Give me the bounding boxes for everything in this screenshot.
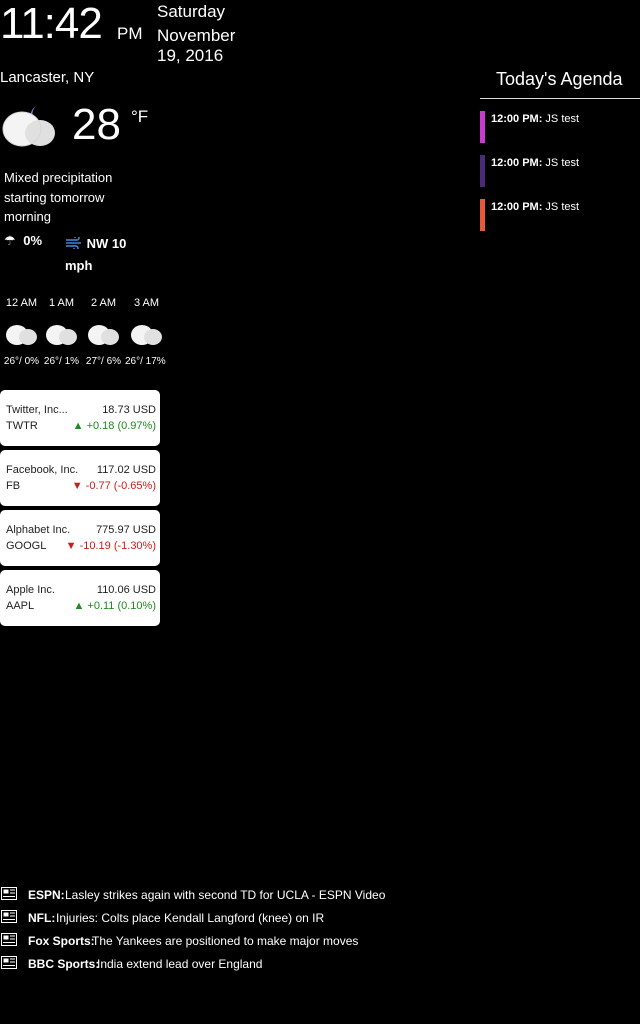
clock-ampm: PM <box>117 24 143 43</box>
stock-name: Facebook, Inc. <box>6 464 79 476</box>
agenda-event[interactable]: 12:00 PM: JS test <box>480 111 640 143</box>
temperature-unit: °F <box>131 107 149 126</box>
stock-symbol: GOOGL <box>6 540 47 552</box>
hour-forecast: 3 AM 26°/ 17% <box>125 297 168 367</box>
stock-name: Twitter, Inc... <box>6 404 68 416</box>
stock-card[interactable]: Facebook, Inc. 117.02 USD FB ▼ -0.77 (-0… <box>0 450 160 506</box>
agenda: Today's Agenda 12:00 PM: JS test 12:00 P… <box>480 66 640 231</box>
weather-location: Lancaster, NY <box>0 69 95 86</box>
stock-name: Alphabet Inc. <box>6 524 71 536</box>
stock-symbol: AAPL <box>6 600 35 612</box>
stock-price: 117.02 USD <box>96 464 156 476</box>
news-headline: Injuries: Colts place Kendall Langford (… <box>56 911 325 925</box>
clock-day: Saturday <box>157 2 226 21</box>
hourly-forecast: 12 AM 26°/ 0% 1 AM 26°/ 1% 2 AM 27°/ 6% … <box>0 297 170 377</box>
hour-time: 2 AM <box>90 297 117 309</box>
event-text: 12:00 PM: JS test <box>491 157 579 169</box>
stock-card[interactable]: Twitter, Inc... 18.73 USD TWTR ▲ +0.18 (… <box>0 390 160 446</box>
stock-price: 18.73 USD <box>102 404 156 416</box>
event-text: 12:00 PM: JS test <box>491 201 579 213</box>
stock-price: 110.06 USD <box>96 584 156 596</box>
umbrella-icon: ☂ <box>4 233 16 248</box>
wind: NW 10 mph <box>65 233 145 277</box>
hour-temp-precip: 26°/ 0% <box>3 356 40 367</box>
hour-temp-precip: 26°/ 1% <box>43 356 80 367</box>
stock-card[interactable]: Alphabet Inc. 775.97 USD GOOGL ▼ -10.19 … <box>0 510 160 566</box>
event-time: 12:00 PM: <box>491 113 543 125</box>
clock-time: 11:42 <box>0 0 103 48</box>
event-title: JS test <box>545 113 580 125</box>
newspaper-icon <box>1 910 17 923</box>
hour-time: 3 AM <box>133 297 160 309</box>
stock-price: 775.97 USD <box>96 524 156 536</box>
stock-change: ▼ -10.19 (-1.30%) <box>65 540 156 552</box>
hour-time: 12 AM <box>5 297 38 309</box>
hour-forecast: 12 AM 26°/ 0% <box>0 297 43 367</box>
event-color-bar <box>480 155 485 187</box>
news-headline: India extend lead over England <box>97 957 263 971</box>
event-color-bar <box>480 111 485 143</box>
precipitation-value: 0% <box>23 233 43 248</box>
partly-cloudy-night-icon <box>130 322 162 345</box>
hour-temp-precip: 27°/ 6% <box>85 356 122 367</box>
stock-list: Twitter, Inc... 18.73 USD TWTR ▲ +0.18 (… <box>0 390 160 630</box>
hour-temp-precip: 26°/ 17% <box>125 356 166 367</box>
stock-name: Apple Inc. <box>6 584 55 596</box>
newspaper-icon <box>1 956 17 969</box>
agenda-title: Today's Agenda <box>480 66 640 99</box>
agenda-event[interactable]: 12:00 PM: JS test <box>480 155 640 187</box>
agenda-event[interactable]: 12:00 PM: JS test <box>480 199 640 231</box>
hour-forecast: 1 AM 26°/ 1% <box>40 297 83 367</box>
stock-card[interactable]: Apple Inc. 110.06 USD AAPL ▲ +0.11 (0.10… <box>0 570 160 626</box>
precipitation: ☂ 0% <box>4 233 42 249</box>
newspaper-icon <box>1 887 17 900</box>
event-title: JS test <box>545 201 580 213</box>
news-source: ESPN: <box>28 888 65 902</box>
current-temperature: 28 <box>72 100 121 149</box>
partly-cloudy-night-icon <box>5 322 37 345</box>
partly-cloudy-night-icon <box>2 106 55 147</box>
current-weather: 28 °F <box>0 98 170 158</box>
newspaper-icon <box>1 933 17 946</box>
stock-change: ▼ -0.77 (-0.65%) <box>71 480 156 492</box>
hour-forecast: 2 AM 27°/ 6% <box>82 297 125 367</box>
news-source: Fox Sports: <box>28 934 95 948</box>
event-time: 12:00 PM: <box>491 201 543 213</box>
stock-symbol: TWTR <box>6 420 38 432</box>
stock-change: ▲ +0.11 (0.10%) <box>73 600 156 612</box>
hour-time: 1 AM <box>48 297 75 309</box>
stock-symbol: FB <box>6 480 21 492</box>
news-source: BBC Sports: <box>28 957 100 971</box>
event-color-bar <box>480 199 485 231</box>
event-text: 12:00 PM: JS test <box>491 113 579 125</box>
news-headline: Lasley strikes again with second TD for … <box>65 888 386 902</box>
event-time: 12:00 PM: <box>491 157 543 169</box>
wind-icon <box>66 235 81 251</box>
clock-date: November 19, 2016 <box>157 26 236 65</box>
partly-cloudy-night-icon <box>87 322 119 345</box>
weather-summary: Mixed precipitation starting tomorrow mo… <box>4 170 113 224</box>
stock-change: ▲ +0.18 (0.97%) <box>72 420 156 432</box>
news-headline: The Yankees are positioned to make major… <box>92 934 359 948</box>
event-title: JS test <box>545 157 580 169</box>
partly-cloudy-night-icon <box>45 322 77 345</box>
news-source: NFL: <box>28 911 56 925</box>
